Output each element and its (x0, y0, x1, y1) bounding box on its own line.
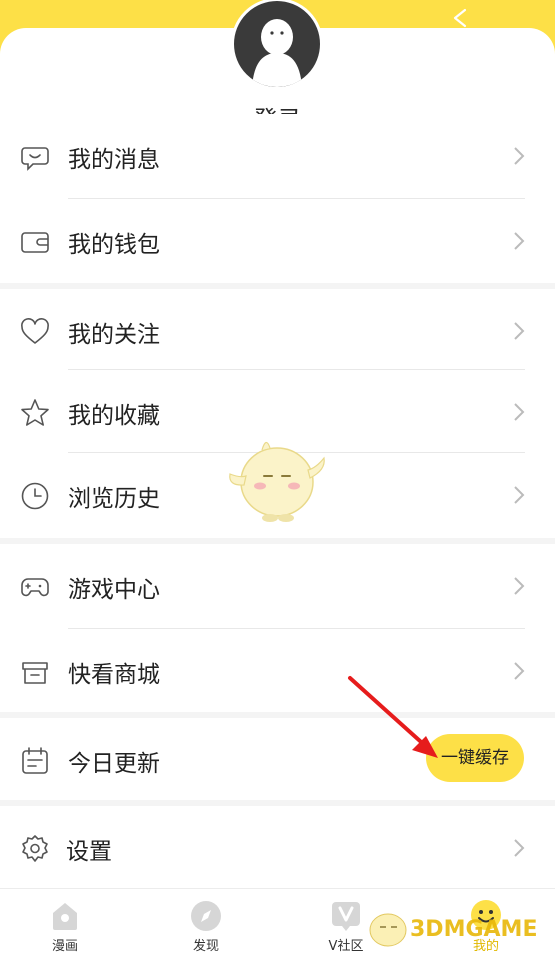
menu-label: 设置 (66, 839, 112, 865)
home-icon (53, 903, 77, 930)
heart-icon (21, 318, 49, 344)
menu-label: 游戏中心 (68, 577, 160, 603)
annotation-arrow-icon (348, 676, 438, 758)
menu-item-settings[interactable]: 设置 (0, 806, 555, 890)
store-icon (22, 662, 48, 684)
avatar[interactable] (231, 0, 323, 90)
default-avatar-icon (252, 19, 302, 87)
back-arrow-icon[interactable] (448, 6, 472, 30)
chevron-right-icon (514, 403, 525, 421)
menu-item-wallet[interactable]: 我的钱包 (0, 199, 555, 283)
chevron-right-icon (514, 662, 525, 680)
compass-icon (191, 901, 221, 931)
menu-label: 浏览历史 (68, 486, 160, 512)
star-icon (21, 399, 49, 426)
wallet-icon (21, 232, 49, 253)
menu-item-store[interactable]: 快看商城 (0, 629, 555, 713)
v-community-icon (332, 902, 360, 931)
menu-label: 我的关注 (68, 322, 160, 348)
tab-comics[interactable]: 漫画 (15, 889, 115, 957)
tab-label: 漫画 (51, 939, 78, 954)
gear-icon (22, 835, 48, 862)
menu-item-follows[interactable]: 我的关注 (0, 289, 555, 373)
tab-label: 发现 (192, 939, 219, 954)
menu-label: 我的消息 (68, 147, 160, 173)
menu-label: 我的收藏 (68, 403, 160, 429)
menu-label: 快看商城 (68, 662, 160, 688)
menu-item-game-center[interactable]: 游戏中心 (0, 544, 555, 628)
watermark-text: 3DMGAME (410, 917, 538, 942)
message-icon (21, 147, 49, 171)
chevron-right-icon (514, 322, 525, 340)
chevron-right-icon (514, 147, 525, 165)
tab-discover[interactable]: 发现 (156, 889, 256, 957)
clock-icon (21, 482, 49, 510)
calendar-icon (22, 747, 48, 774)
chevron-right-icon (514, 839, 525, 857)
menu-label: 我的钱包 (68, 232, 160, 258)
menu-label: 今日更新 (68, 751, 160, 777)
gamepad-icon (21, 578, 49, 597)
chevron-right-icon (514, 577, 525, 595)
menu-item-messages[interactable]: 我的消息 (0, 114, 555, 198)
chevron-right-icon (514, 232, 525, 250)
mascot-sticker-icon (229, 441, 325, 522)
chevron-right-icon (514, 486, 525, 504)
